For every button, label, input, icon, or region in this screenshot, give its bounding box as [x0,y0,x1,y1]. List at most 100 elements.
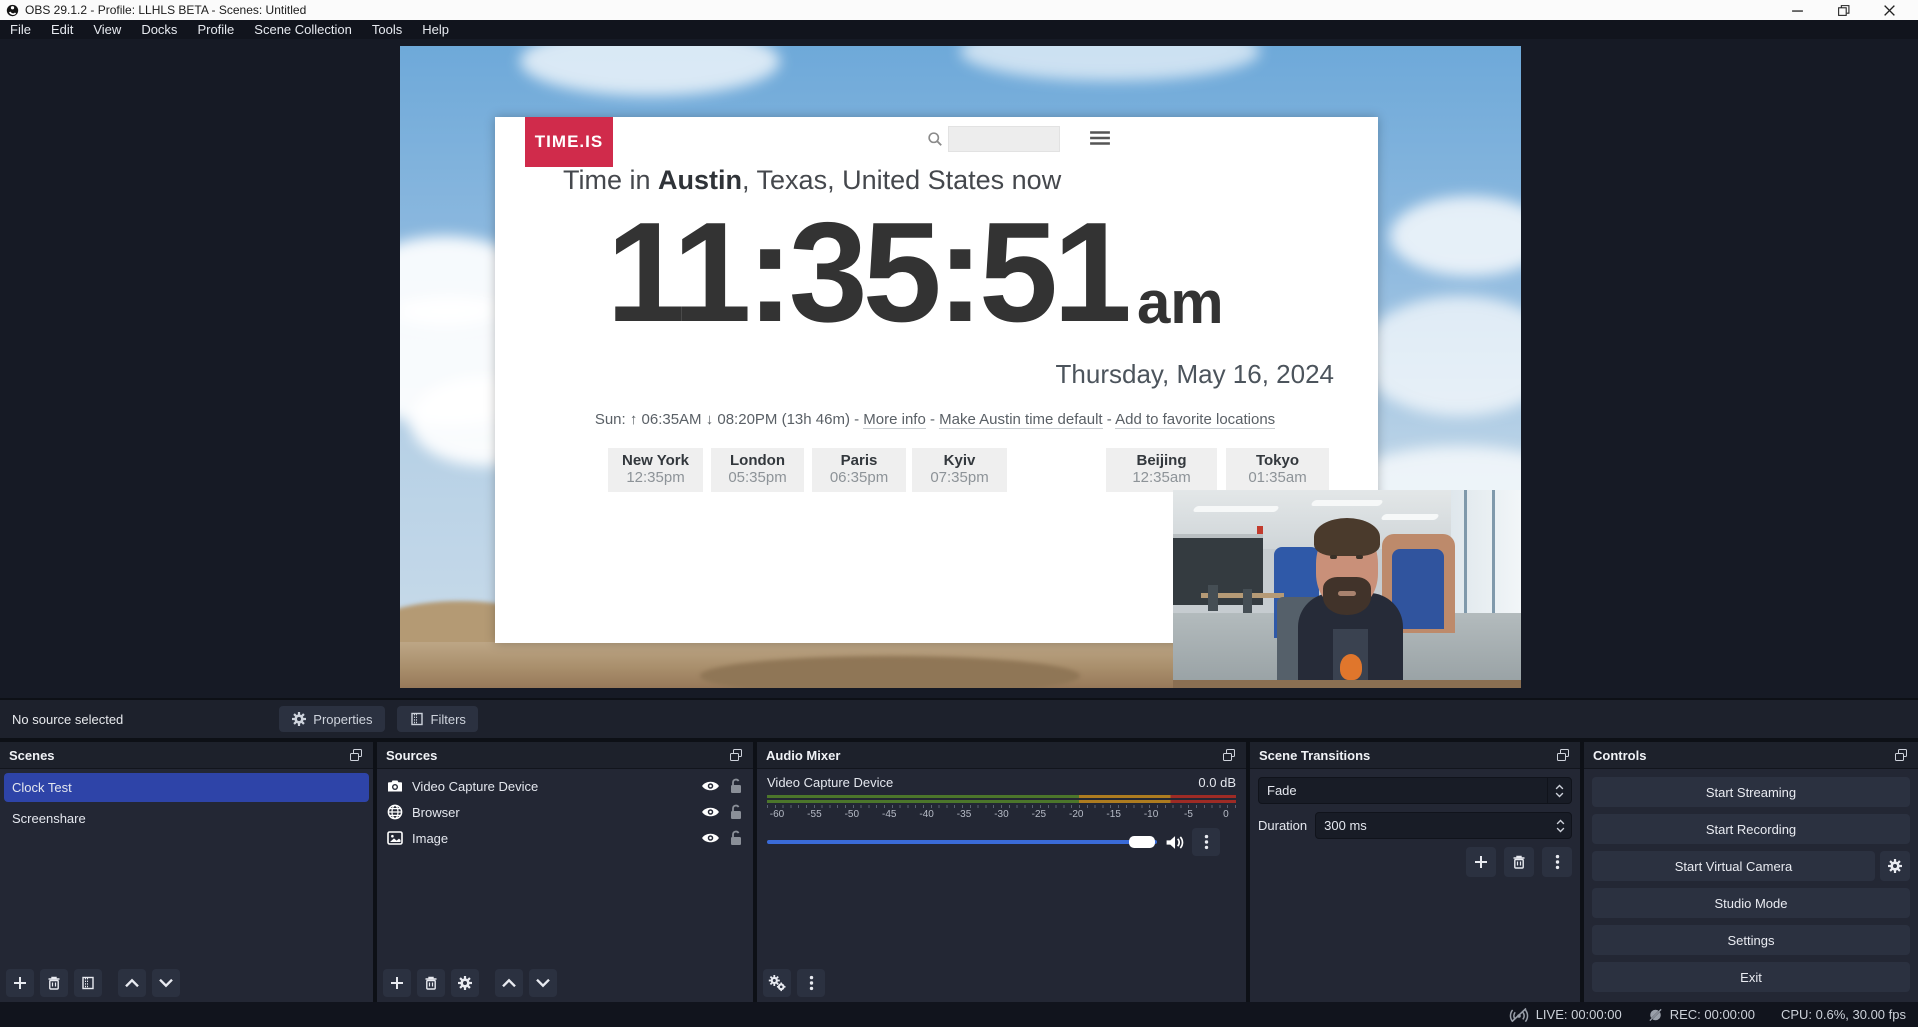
clock-ampm: am [1137,268,1224,351]
filters-button[interactable]: Filters [397,706,478,732]
eye-icon[interactable] [701,804,720,820]
sources-toolbar [377,964,753,1002]
plus-icon [1473,854,1489,870]
transition-select-arrows[interactable] [1547,778,1571,803]
scene-down-button[interactable] [152,969,180,997]
mixer-menu-button[interactable] [797,969,825,997]
studio-mode-button[interactable]: Studio Mode [1592,888,1910,918]
person-hair [1314,518,1380,556]
title-bar: OBS 29.1.2 - Profile: LLHLS BETA - Scene… [0,0,1918,20]
scenes-header: Scenes [0,742,373,769]
popout-icon[interactable] [728,747,744,763]
lock-icon[interactable] [729,830,743,846]
scene-item-screenshare[interactable]: Screenshare [4,804,369,833]
chevron-up-icon [1556,819,1565,825]
cloud [960,46,1260,81]
scene-item-clock-test[interactable]: Clock Test [4,773,369,802]
clock-time: 11:35:51 [606,195,1127,351]
menu-view[interactable]: View [83,20,131,39]
menu-edit[interactable]: Edit [41,20,83,39]
duration-spinner-arrows[interactable] [1549,819,1571,833]
ceiling-light [1310,500,1383,506]
minimize-button[interactable] [1774,0,1820,20]
scene-up-button[interactable] [118,969,146,997]
filter-icon [80,975,96,991]
cpu-fps-status: CPU: 0.6%, 30.00 fps [1781,1007,1906,1022]
speaker-icon[interactable] [1165,834,1184,851]
dots-icon [808,975,815,991]
plus-icon [389,975,405,991]
remove-transition-button[interactable] [1504,847,1534,877]
channel-name: Video Capture Device [767,775,893,790]
search-icon [927,131,943,147]
eye-icon[interactable] [701,830,720,846]
person-eye [1330,555,1337,559]
cloud [1390,196,1521,276]
popout-icon[interactable] [1893,747,1909,763]
add-scene-button[interactable] [6,969,34,997]
volume-slider-handle[interactable] [1129,836,1155,848]
source-context-toolbar: No source selected Properties Filters [0,700,1918,738]
gear-icon [291,711,307,727]
exit-button[interactable]: Exit [1592,962,1910,992]
lock-icon[interactable] [729,804,743,820]
scene-filters-button[interactable] [74,969,102,997]
menu-profile[interactable]: Profile [187,20,244,39]
volume-slider[interactable] [767,840,1157,844]
channel-menu-button[interactable] [1192,828,1220,856]
properties-button[interactable]: Properties [279,706,384,732]
advanced-audio-button[interactable] [763,969,791,997]
trash-icon [423,975,439,991]
menu-bar: File Edit View Docks Profile Scene Colle… [0,20,1918,39]
scene-transitions-panel: Scene Transitions Fade Duration 300 ms [1250,742,1580,1002]
source-row-video-capture[interactable]: Video Capture Device [381,773,749,799]
camera-icon [387,778,403,794]
menu-file[interactable]: File [0,20,41,39]
date-text: Thursday, May 16, 2024 [1056,359,1334,390]
source-up-button[interactable] [495,969,523,997]
channel-level: 0.0 dB [1198,775,1236,790]
sun-info: Sun: ↑ 06:35AM ↓ 08:20PM (13h 46m) - Mor… [495,411,1375,428]
source-row-browser[interactable]: Browser [381,799,749,825]
lock-icon[interactable] [729,778,743,794]
settings-button[interactable]: Settings [1592,925,1910,955]
close-icon [1883,4,1896,17]
restore-button[interactable] [1820,0,1866,20]
start-recording-button[interactable]: Start Recording [1592,814,1910,844]
transition-menu-button[interactable] [1542,847,1572,877]
menu-help[interactable]: Help [412,20,459,39]
eye-icon[interactable] [701,778,720,794]
plus-icon [12,975,28,991]
start-virtual-camera-button[interactable]: Start Virtual Camera [1592,851,1875,881]
remove-scene-button[interactable] [40,969,68,997]
source-properties-button[interactable] [451,969,479,997]
record-icon [1648,1007,1663,1023]
source-down-button[interactable] [529,969,557,997]
add-source-button[interactable] [383,969,411,997]
source-row-image[interactable]: Image [381,825,749,851]
dots-icon [1203,834,1210,850]
popout-icon[interactable] [1555,747,1571,763]
preview-canvas[interactable]: TIME.IS Time in Austin, Texas, United St… [400,46,1521,688]
popout-icon[interactable] [1221,747,1237,763]
close-button[interactable] [1866,0,1912,20]
transition-select[interactable]: Fade [1258,777,1572,804]
start-streaming-button[interactable]: Start Streaming [1592,777,1910,807]
menu-docks[interactable]: Docks [131,20,187,39]
preview-area: TIME.IS Time in Austin, Texas, United St… [0,39,1918,698]
chevron-down-icon [535,975,551,991]
stream-signal-icon [1509,1007,1529,1023]
popout-icon[interactable] [348,747,364,763]
menu-scene-collection[interactable]: Scene Collection [244,20,362,39]
trash-icon [1511,854,1527,870]
duration-spinner[interactable]: 300 ms [1315,812,1572,839]
webcam-overlay [1173,490,1521,688]
hamburger-icon [1089,130,1111,146]
live-status: LIVE: 00:00:00 [1509,1007,1622,1023]
add-transition-button[interactable] [1466,847,1496,877]
menu-tools[interactable]: Tools [362,20,412,39]
sources-header: Sources [377,742,753,769]
remove-source-button[interactable] [417,969,445,997]
clock: 11:35:51 am [495,195,1335,351]
virtual-camera-config-button[interactable] [1880,851,1910,881]
